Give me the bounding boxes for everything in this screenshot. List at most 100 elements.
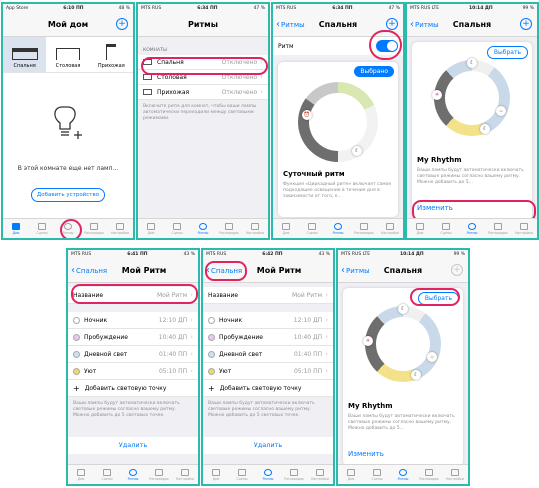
tab-settings[interactable]: Настройки	[511, 219, 537, 238]
tab-label: Ритмы	[127, 476, 139, 481]
tab-rhythms[interactable]: Ритмы	[190, 219, 216, 238]
add-light-point-button[interactable]: + Добавить световую точку	[203, 380, 333, 397]
clock: 6:42 ПП	[262, 252, 283, 257]
carrier: MTS RUS	[71, 252, 92, 257]
tab-schedule[interactable]: Распорядок	[416, 465, 442, 484]
add-light-point-button[interactable]: + Добавить световую точку	[68, 380, 198, 397]
point-label: Ночник	[219, 316, 243, 324]
tab-scenes[interactable]: Сцены	[29, 219, 55, 238]
light-point-wake[interactable]: Пробуждение 10:40 ДП ›	[203, 329, 333, 346]
name-row[interactable]: Название Мой Ритм ›	[203, 287, 333, 304]
status-bar: MTS RUS 6:41 ПП 43 %	[68, 250, 198, 259]
tab-home[interactable]: Дом	[3, 219, 29, 238]
tab-schedule[interactable]: Распорядок	[146, 465, 172, 484]
light-point-wake[interactable]: Пробуждение 10:40 ДП ›	[68, 329, 198, 346]
light-point-night[interactable]: Ночник 12:10 ДП ›	[203, 312, 333, 329]
room-tab-dining[interactable]: Столовая	[46, 37, 89, 72]
tab-scenes[interactable]: Сцены	[94, 465, 120, 484]
section-header: КОМНАТЫ	[143, 48, 167, 53]
tab-home[interactable]: Дом	[407, 219, 433, 238]
phone-screen-bedroom-rhythm: MTS RUS 6:34 ПП 47 % ‹ Ритмы Спальня + Ри…	[271, 2, 405, 240]
home-icon	[77, 468, 85, 476]
tab-rhythms[interactable]: Ритмы	[120, 465, 146, 484]
back-button[interactable]: ‹ Ритмы	[273, 19, 305, 30]
add-icon[interactable]: +	[451, 264, 463, 276]
rhythm-card[interactable]: Выбрать ☾ ☀ ☕ ☾ My Rhythm Ваши лампы буд…	[343, 288, 463, 466]
tab-label: Сцены	[371, 476, 383, 481]
chevron-right-icon: ›	[190, 367, 193, 375]
calendar-icon	[90, 222, 98, 230]
chevron-right-icon: ›	[260, 88, 263, 96]
tab-schedule[interactable]: Распорядок	[281, 465, 307, 484]
tab-settings[interactable]: Настройки	[307, 465, 333, 484]
tab-label: Настройки	[380, 230, 399, 235]
tab-scenes[interactable]: Сцены	[433, 219, 459, 238]
tab-bar: Дом Сцены Ритмы Распорядок Настройки	[203, 464, 333, 484]
tab-home[interactable]: Дом	[273, 219, 299, 238]
tab-schedule[interactable]: Распорядок	[81, 219, 107, 238]
room-state: Отключено	[221, 88, 258, 96]
room-tab-hallway[interactable]: Прихожая	[90, 37, 133, 72]
tab-home[interactable]: Дом	[338, 465, 364, 484]
light-point-cozy[interactable]: Уют 05:10 ПП ›	[68, 363, 198, 380]
tab-rhythms[interactable]: Ритмы	[255, 465, 281, 484]
back-button[interactable]: ‹ Ритмы	[338, 264, 370, 276]
room-row-hallway[interactable]: Прихожая Отключено ›	[138, 85, 268, 100]
highlight-ring	[60, 219, 82, 238]
tab-schedule[interactable]: Распорядок	[485, 219, 511, 238]
tab-settings[interactable]: Настройки	[107, 219, 133, 238]
tab-schedule[interactable]: Распорядок	[216, 219, 242, 238]
rhythm-card[interactable]: Выбрано ⏰ ☾ Суточный ритм Функция «Цирка…	[278, 62, 398, 217]
rhythm-dial: ⏰ ☾	[298, 82, 378, 162]
edit-link[interactable]: Изменить	[348, 450, 384, 458]
tab-home[interactable]: Дом	[138, 219, 164, 238]
rhythm-card[interactable]: Выбрать ☾ ☀ ☕ ☾ My Rhythm Ваши лампы буд…	[412, 42, 532, 220]
light-point-night[interactable]: Ночник 12:10 ДП ›	[68, 312, 198, 329]
tab-settings[interactable]: Настройки	[442, 465, 468, 484]
clock: 6:41 ПП	[127, 252, 148, 257]
rhythm-dial: ☾ ☀ ☕ ☾	[363, 304, 441, 382]
back-button[interactable]: ‹ Спальня	[203, 265, 242, 276]
light-point-cozy[interactable]: Уют 05:10 ПП ›	[203, 363, 333, 380]
tab-scenes[interactable]: Сцены	[164, 219, 190, 238]
delete-button[interactable]: Удалить	[203, 437, 333, 454]
tab-scenes[interactable]: Сцены	[229, 465, 255, 484]
settings-icon	[386, 222, 394, 230]
nav-bar: ‹ Спальня Мой Ритм	[68, 259, 198, 283]
light-point-daylight[interactable]: Дневной свет 01:40 ПП ›	[68, 346, 198, 363]
back-button[interactable]: ‹ Ритмы	[407, 19, 439, 30]
tab-rhythms[interactable]: Ритмы	[459, 219, 485, 238]
delete-button[interactable]: Удалить	[68, 437, 198, 454]
add-icon[interactable]: +	[116, 18, 128, 30]
tab-label: Распорядок	[84, 230, 104, 235]
chevron-left-icon: ‹	[341, 264, 345, 276]
tab-settings[interactable]: Настройки	[242, 219, 268, 238]
tab-bar: Дом Сцены Ритмы Распорядок Настройки	[273, 218, 403, 238]
tab-settings[interactable]: Настройки	[172, 465, 198, 484]
tab-rhythms[interactable]: Ритмы	[390, 465, 416, 484]
tab-bar: Дом Сцены Ритмы Распорядок Настройки	[338, 464, 468, 484]
tab-home[interactable]: Дом	[68, 465, 94, 484]
highlight-ring	[410, 288, 460, 306]
tab-home[interactable]: Дом	[203, 465, 229, 484]
alarm-icon: ⏰	[302, 110, 312, 120]
sun-icon	[73, 350, 80, 358]
add-icon[interactable]: +	[386, 18, 398, 30]
room-tab-bedroom[interactable]: Спальня	[3, 37, 47, 72]
tab-scenes[interactable]: Сцены	[364, 465, 390, 484]
empty-text: В этой комнате еще нет ламп...	[17, 165, 119, 172]
tab-settings[interactable]: Настройки	[377, 219, 403, 238]
tab-label: Сцены	[171, 230, 183, 235]
tab-schedule[interactable]: Распорядок	[351, 219, 377, 238]
add-icon[interactable]: +	[520, 18, 532, 30]
night-light-icon	[208, 316, 215, 324]
tab-scenes[interactable]: Сцены	[299, 219, 325, 238]
light-point-daylight[interactable]: Дневной свет 01:40 ПП ›	[203, 346, 333, 363]
point-label: Пробуждение	[84, 333, 129, 341]
point-label: Уют	[84, 367, 97, 375]
back-button[interactable]: ‹ Спальня	[68, 265, 107, 276]
add-device-button[interactable]: Добавить устройство	[31, 188, 105, 202]
select-button[interactable]: Выбрать	[486, 46, 528, 59]
tab-rhythms[interactable]: Ритмы	[325, 219, 351, 238]
hint-text: Ваши лампы будут автоматически включать …	[73, 401, 180, 419]
